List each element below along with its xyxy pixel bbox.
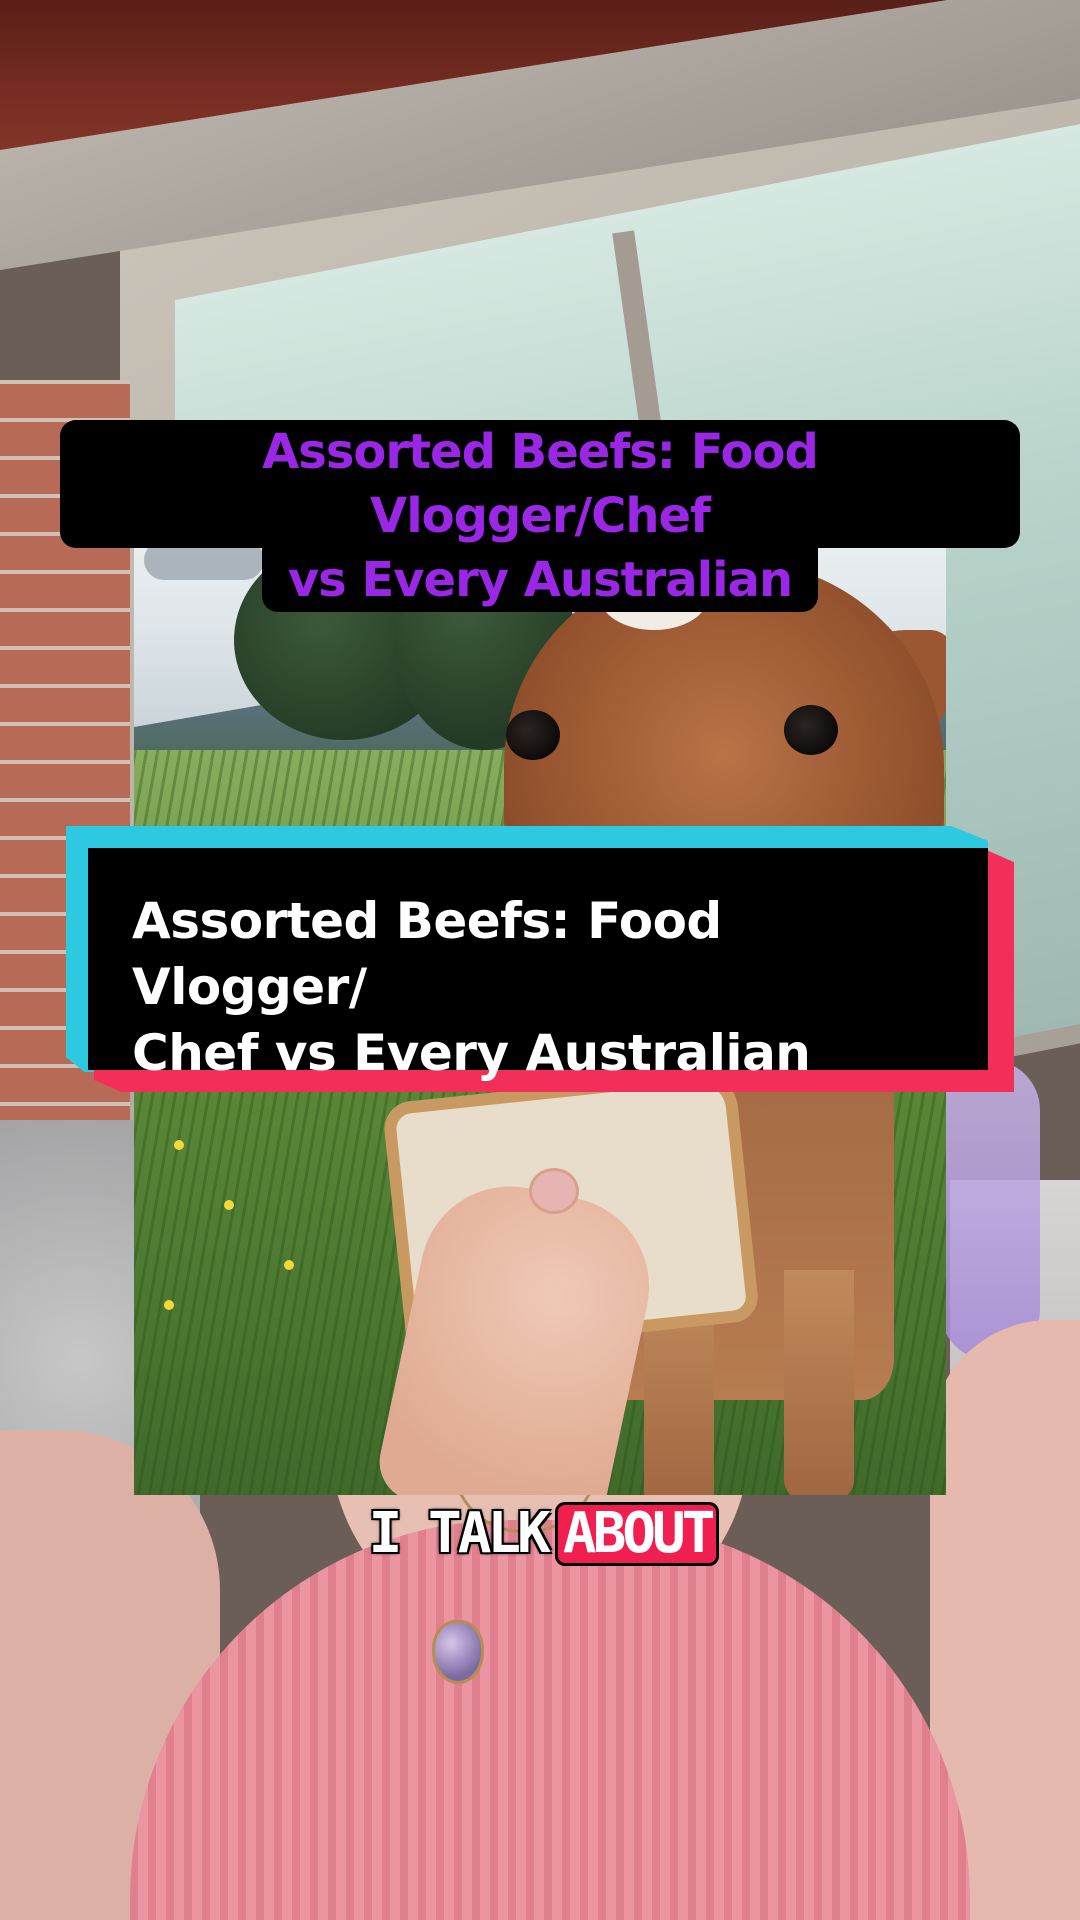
calf-eye bbox=[784, 705, 838, 755]
photo-flower bbox=[284, 1260, 294, 1270]
calf-eye bbox=[506, 710, 560, 760]
caption: I TALK ABOUT bbox=[0, 1502, 1080, 1566]
overlay-title-line1: Assorted Beefs: Food Vlogger/Chef bbox=[60, 420, 1020, 548]
title-card: Assorted Beefs: Food Vlogger/ Chef vs Ev… bbox=[88, 848, 988, 1082]
caption-word: I TALK bbox=[368, 1501, 551, 1566]
pink-ribbed-top bbox=[130, 1520, 970, 1920]
overlay-title-line2: vs Every Australian bbox=[261, 548, 819, 612]
photo-flower bbox=[174, 1140, 184, 1150]
title-card-text: Assorted Beefs: Food Vlogger/ Chef vs Ev… bbox=[132, 888, 962, 1086]
caption-word-highlighted: ABOUT bbox=[554, 1502, 720, 1566]
title-card-line1: Assorted Beefs: Food Vlogger/ bbox=[132, 892, 722, 1016]
purple-hair bbox=[940, 1060, 1040, 1360]
photo-flower bbox=[164, 1300, 174, 1310]
overlay-title: Assorted Beefs: Food Vlogger/Chef vs Eve… bbox=[60, 420, 1020, 612]
title-card-line2: Chef vs Every Australian bbox=[132, 1024, 811, 1082]
fingernail bbox=[529, 1168, 579, 1214]
amethyst-pendant bbox=[432, 1620, 484, 1684]
photo-flower bbox=[224, 1200, 234, 1210]
calf-leg bbox=[784, 1270, 854, 1495]
